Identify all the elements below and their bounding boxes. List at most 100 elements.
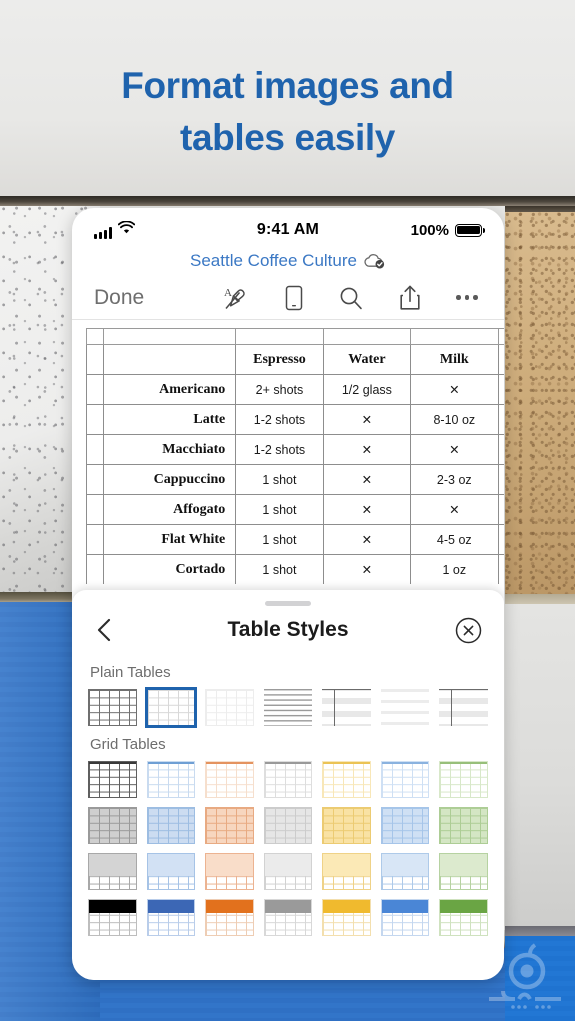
coffee-table[interactable]: Espresso Water Milk Mil Americano 2+ sho…: [85, 328, 504, 584]
style-plain-grid-dark[interactable]: [88, 689, 137, 726]
table-row[interactable]: Macchiato 1-2 shots ✕ ✕ 2: [85, 434, 504, 465]
style-grid-header-yellow[interactable]: [322, 853, 371, 890]
cell-milk2: 2: [497, 464, 504, 495]
table-row[interactable]: Affogato 1 shot ✕ ✕: [85, 494, 504, 525]
share-icon[interactable]: [398, 284, 422, 312]
style-grid-header-orange[interactable]: [205, 853, 254, 890]
phone-mockup: 9:41 AM 100% Seattle Coffee Culture Done…: [72, 208, 504, 980]
cell-milk: ✕: [410, 374, 499, 405]
style-grid-header-gray[interactable]: [263, 853, 313, 890]
cell-milk2: [497, 374, 504, 405]
table-row[interactable]: Cappuccino 1 shot ✕ 2-3 oz 2: [85, 464, 504, 495]
section-label-plain-tables: Plain Tables: [90, 664, 171, 681]
style-grid-banded-yellow[interactable]: [322, 807, 371, 844]
cell-row-name: Flat White: [103, 524, 237, 555]
cell-row-name: Affogato: [103, 494, 237, 525]
cell-milk: 8-10 oz: [410, 404, 499, 435]
document-title-bar[interactable]: Seattle Coffee Culture: [72, 246, 504, 276]
style-grid-header-blue2[interactable]: [380, 853, 430, 890]
style-grid-solid-black[interactable]: [88, 899, 137, 936]
style-grid-solid-blue[interactable]: [146, 899, 196, 936]
table-styles-sheet: Table Styles Plain Tables Grid Tables: [72, 590, 504, 980]
table-header-milk2: Mil: [497, 344, 504, 375]
style-grid-solid-orange[interactable]: [205, 899, 254, 936]
more-ellipsis-icon[interactable]: [456, 295, 478, 300]
grid-tables-row-4: [72, 899, 504, 936]
section-label-grid-tables: Grid Tables: [90, 736, 166, 753]
status-bar-time: 9:41 AM: [256, 221, 320, 238]
table-gutter-cell: [85, 344, 105, 375]
cell-milk2: 2: [497, 434, 504, 465]
cell-water: ✕: [322, 434, 412, 465]
table-header-row: Espresso Water Milk Mil: [85, 344, 504, 375]
style-grid-outline-orange[interactable]: [205, 761, 254, 798]
cell-water: ✕: [322, 404, 412, 435]
table-row[interactable]: Americano 2+ shots 1/2 glass ✕: [85, 374, 504, 405]
style-grid-header-dark[interactable]: [88, 853, 137, 890]
style-plain-header-left[interactable]: [322, 689, 371, 726]
cell-espresso: 2+ shots: [235, 374, 324, 405]
table-header-water: Water: [322, 344, 412, 375]
style-grid-outline-yellow[interactable]: [322, 761, 371, 798]
style-grid-banded-dark[interactable]: [88, 807, 137, 844]
sheet-header: Table Styles: [72, 606, 504, 654]
svg-text:A: A: [224, 287, 232, 299]
cell-row-name: Cappuccino: [103, 464, 237, 495]
style-grid-banded-blue[interactable]: [146, 807, 196, 844]
cell-milk: ✕: [410, 494, 499, 525]
style-grid-solid-blue2[interactable]: [380, 899, 430, 936]
style-grid-solid-gray[interactable]: [263, 899, 313, 936]
cell-milk: ✕: [410, 434, 499, 465]
mobile-view-icon[interactable]: [284, 284, 304, 312]
style-plain-bands[interactable]: [380, 689, 430, 726]
background-rail-mid-right: [505, 594, 575, 604]
document-title: Seattle Coffee Culture: [190, 251, 357, 270]
grid-tables-row-2: [72, 807, 504, 844]
cell-row-name: Cortado: [103, 554, 237, 584]
search-icon[interactable]: [338, 285, 364, 311]
style-grid-banded-orange[interactable]: [205, 807, 254, 844]
style-grid-outline-gray[interactable]: [263, 761, 313, 798]
style-plain-grid-faint[interactable]: [205, 689, 254, 726]
table-row[interactable]: Flat White 1 shot ✕ 4-5 oz: [85, 524, 504, 555]
style-grid-banded-blue2[interactable]: [380, 807, 430, 844]
table-row[interactable]: Latte 1-2 shots ✕ 8-10 oz 1: [85, 404, 504, 435]
sheet-body[interactable]: Plain Tables Grid Tables: [72, 654, 504, 954]
style-grid-outline-blue2[interactable]: [380, 761, 430, 798]
style-grid-outline-green[interactable]: [439, 761, 489, 798]
done-button[interactable]: Done: [94, 286, 144, 310]
style-plain-header-left-2[interactable]: [439, 689, 488, 726]
cell-row-name: Americano: [103, 374, 237, 405]
cell-espresso: 1 shot: [235, 464, 324, 495]
style-plain-hlines[interactable]: [263, 689, 313, 726]
style-plain-grid-light[interactable]: [144, 687, 198, 728]
cell-milk2: [497, 524, 504, 555]
style-grid-outline-dark[interactable]: [88, 761, 137, 798]
style-grid-header-green[interactable]: [439, 853, 489, 890]
document-canvas[interactable]: Espresso Water Milk Mil Americano 2+ sho…: [72, 320, 504, 584]
style-grid-outline-blue[interactable]: [146, 761, 196, 798]
status-bar: 9:41 AM 100%: [72, 208, 504, 246]
table-row[interactable]: Cortado 1 shot ✕ 1 oz: [85, 554, 504, 584]
cell-row-name: Latte: [103, 404, 237, 435]
style-grid-banded-green[interactable]: [439, 807, 489, 844]
style-grid-solid-yellow[interactable]: [322, 899, 371, 936]
cell-milk2: 1: [497, 404, 504, 435]
grid-tables-rows: [72, 761, 504, 936]
markup-pen-icon[interactable]: A: [222, 284, 250, 312]
cell-milk2: [497, 494, 504, 525]
style-grid-header-blue[interactable]: [146, 853, 196, 890]
cell-water: 1/2 glass: [322, 374, 412, 405]
grid-tables-row-1: [72, 761, 504, 798]
document-toolbar: Done A: [72, 276, 504, 320]
cloud-check-icon: [364, 253, 386, 269]
cell-espresso: 1-2 shots: [235, 404, 324, 435]
cell-espresso: 1-2 shots: [235, 434, 324, 465]
style-grid-banded-gray[interactable]: [263, 807, 313, 844]
cell-milk: 4-5 oz: [410, 524, 499, 555]
cell-water: ✕: [322, 554, 412, 584]
cell-milk: 2-3 oz: [410, 464, 499, 495]
style-grid-solid-green[interactable]: [439, 899, 489, 936]
cell-milk: 1 oz: [410, 554, 499, 584]
background-rail-top: [0, 196, 575, 206]
